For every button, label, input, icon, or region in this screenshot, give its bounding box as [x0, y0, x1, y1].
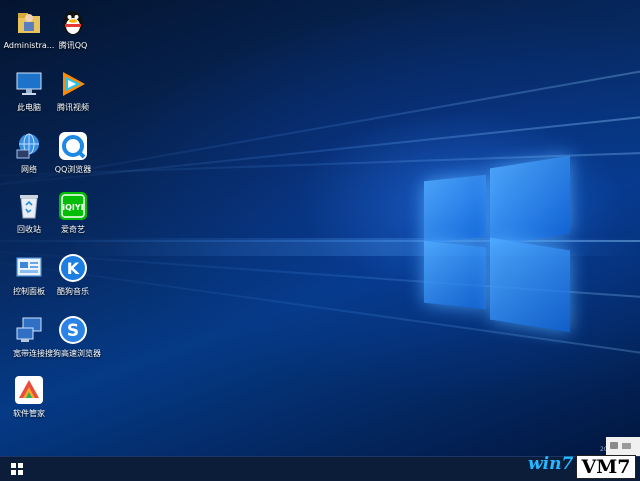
desktop-icon-sogou-browser[interactable]: S 搜狗高速浏览器 — [44, 314, 102, 359]
desktop-icon-label: 软件管家 — [13, 409, 45, 418]
desktop-icon-label: QQ浏览器 — [54, 165, 92, 174]
iqiyi-icon: iQIYI — [57, 190, 89, 222]
tray-keyboard-icon[interactable] — [622, 443, 631, 449]
recycle-bin-icon — [13, 190, 45, 222]
desktop-icon-label: 腾讯视频 — [57, 103, 89, 112]
watermark-badge: VM7 — [576, 455, 636, 479]
watermark-text: win7 — [528, 454, 574, 474]
tencent-video-icon — [57, 68, 89, 100]
desktop-icon-label: 爱奇艺 — [61, 225, 85, 234]
user-folder-icon — [13, 6, 45, 38]
desktop-icon-iqiyi[interactable]: iQIYI 爱奇艺 — [44, 190, 102, 235]
kugou-music-icon: K — [57, 252, 89, 284]
desktop-icon-qq[interactable]: 腾讯QQ — [44, 6, 102, 51]
software-manager-icon — [13, 374, 45, 406]
desktop-icon-software-manager[interactable]: 软件管家 — [0, 374, 58, 419]
iqiyi-logo-text: iQIYI — [62, 203, 83, 212]
desktop-wallpaper[interactable]: Administra... 此电脑 网络 回收站 控制面板 宽带连接 软件管家 … — [0, 0, 640, 456]
desktop-icon-label: 腾讯QQ — [58, 41, 88, 50]
desktop-icon-kugou[interactable]: K 酷狗音乐 — [44, 252, 102, 297]
computer-icon — [13, 68, 45, 100]
windows-wallpaper-logo — [420, 152, 572, 333]
desktop-icon-label: 搜狗高速浏览器 — [45, 349, 101, 358]
start-button[interactable] — [0, 457, 36, 481]
windows-logo-icon — [11, 463, 23, 475]
desktop-icon-label: 酷狗音乐 — [57, 287, 89, 296]
kugou-logo-text: K — [67, 259, 80, 278]
system-tray-popup[interactable] — [606, 437, 640, 456]
qq-penguin-icon — [57, 6, 89, 38]
control-panel-icon — [13, 252, 45, 284]
network-globe-icon — [13, 130, 45, 162]
qq-browser-icon — [57, 130, 89, 162]
desktop-icon-qq-browser[interactable]: QQ浏览器 — [44, 130, 102, 175]
tray-print-icon[interactable] — [610, 442, 618, 449]
broadband-connection-icon — [13, 314, 45, 346]
sogou-browser-icon: S — [57, 314, 89, 346]
desktop-icon-tencent-video[interactable]: 腾讯视频 — [44, 68, 102, 113]
sogou-logo-text: S — [67, 321, 79, 341]
